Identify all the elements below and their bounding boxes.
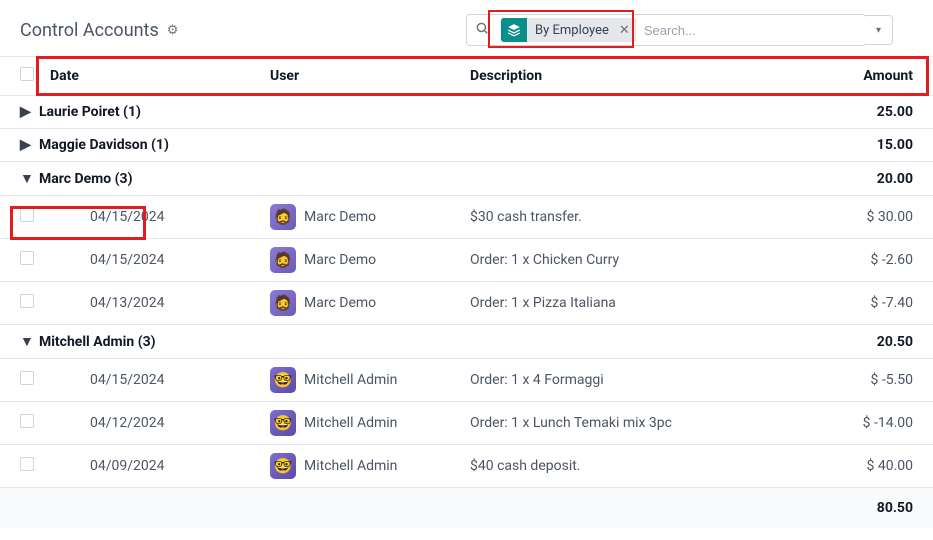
search-box[interactable]: By Employee ✕ (466, 14, 866, 46)
search-icon (467, 21, 497, 39)
cell-user: 🧔Marc Demo (262, 282, 462, 325)
groupby-chip[interactable]: By Employee ✕ (501, 18, 636, 42)
table-header-row: Date User Description Amount (0, 57, 933, 96)
cell-user: 🤓Mitchell Admin (262, 445, 462, 488)
avatar: 🤓 (270, 453, 296, 479)
cell-description: Order: 1 x Lunch Temaki mix 3pc (462, 402, 808, 445)
avatar: 🧔 (270, 247, 296, 273)
search-input[interactable] (636, 23, 865, 38)
page-title: Control Accounts (20, 20, 159, 41)
cell-description: Order: 1 x 4 Formaggi (462, 359, 808, 402)
row-checkbox[interactable] (20, 208, 34, 222)
cell-date: 04/15/2024 (42, 196, 262, 239)
col-amount[interactable]: Amount (808, 57, 933, 96)
cell-user: 🤓Mitchell Admin (262, 359, 462, 402)
cell-description: $30 cash transfer. (462, 196, 808, 239)
cell-description: $40 cash deposit. (462, 445, 808, 488)
cell-amount: $ 30.00 (808, 196, 933, 239)
table-row[interactable]: 04/15/2024🧔Marc Demo$30 cash transfer.$ … (0, 196, 933, 239)
group-row[interactable]: ▶ Laurie Poiret (1)25.00 (0, 96, 933, 129)
caret-right-icon: ▶ (20, 137, 32, 153)
cell-date: 04/15/2024 (42, 359, 262, 402)
table-row[interactable]: 04/12/2024🤓Mitchell AdminOrder: 1 x Lunc… (0, 402, 933, 445)
chip-label: By Employee (527, 18, 617, 42)
cell-amount: $ 40.00 (808, 445, 933, 488)
group-subtotal: 20.00 (808, 162, 933, 196)
cell-amount: $ -14.00 (808, 402, 933, 445)
row-checkbox[interactable] (20, 294, 34, 308)
caret-down-icon: ▼ (20, 170, 32, 187)
cell-date: 04/13/2024 (42, 282, 262, 325)
cell-date: 04/15/2024 (42, 239, 262, 282)
avatar: 🧔 (270, 290, 296, 316)
group-subtotal: 20.50 (808, 325, 933, 359)
cell-amount: $ -7.40 (808, 282, 933, 325)
cell-description: Order: 1 x Chicken Curry (462, 239, 808, 282)
group-row[interactable]: ▼ Marc Demo (3)20.00 (0, 162, 933, 196)
group-subtotal: 15.00 (808, 129, 933, 162)
table-row[interactable]: 04/15/2024🧔Marc DemoOrder: 1 x Chicken C… (0, 239, 933, 282)
caret-right-icon: ▶ (20, 104, 32, 120)
gear-icon[interactable]: ⚙ (167, 23, 179, 38)
row-checkbox[interactable] (20, 457, 34, 471)
cell-user: 🧔Marc Demo (262, 196, 462, 239)
caret-down-icon: ▼ (20, 333, 32, 350)
avatar: 🤓 (270, 367, 296, 393)
select-all-checkbox[interactable] (20, 67, 34, 81)
layers-icon (501, 18, 527, 42)
col-date[interactable]: Date (42, 57, 262, 96)
avatar: 🤓 (270, 410, 296, 436)
cell-description: Order: 1 x Pizza Italiana (462, 282, 808, 325)
cell-user: 🤓Mitchell Admin (262, 402, 462, 445)
row-checkbox[interactable] (20, 414, 34, 428)
row-checkbox[interactable] (20, 371, 34, 385)
cell-date: 04/09/2024 (42, 445, 262, 488)
cell-amount: $ -5.50 (808, 359, 933, 402)
cell-date: 04/12/2024 (42, 402, 262, 445)
grand-total: 80.50 (0, 488, 933, 529)
cell-amount: $ -2.60 (808, 239, 933, 282)
group-subtotal: 25.00 (808, 96, 933, 129)
group-row[interactable]: ▶ Maggie Davidson (1)15.00 (0, 129, 933, 162)
chip-close-icon[interactable]: ✕ (617, 18, 636, 42)
cell-user: 🧔Marc Demo (262, 239, 462, 282)
col-description[interactable]: Description (462, 57, 808, 96)
col-user[interactable]: User (262, 57, 462, 96)
row-checkbox[interactable] (20, 251, 34, 265)
search-dropdown-button[interactable]: ▾ (865, 15, 893, 45)
table-row[interactable]: 04/13/2024🧔Marc DemoOrder: 1 x Pizza Ita… (0, 282, 933, 325)
avatar: 🧔 (270, 204, 296, 230)
table-row[interactable]: 04/15/2024🤓Mitchell AdminOrder: 1 x 4 Fo… (0, 359, 933, 402)
group-row[interactable]: ▼ Mitchell Admin (3)20.50 (0, 325, 933, 359)
table-row[interactable]: 04/09/2024🤓Mitchell Admin$40 cash deposi… (0, 445, 933, 488)
